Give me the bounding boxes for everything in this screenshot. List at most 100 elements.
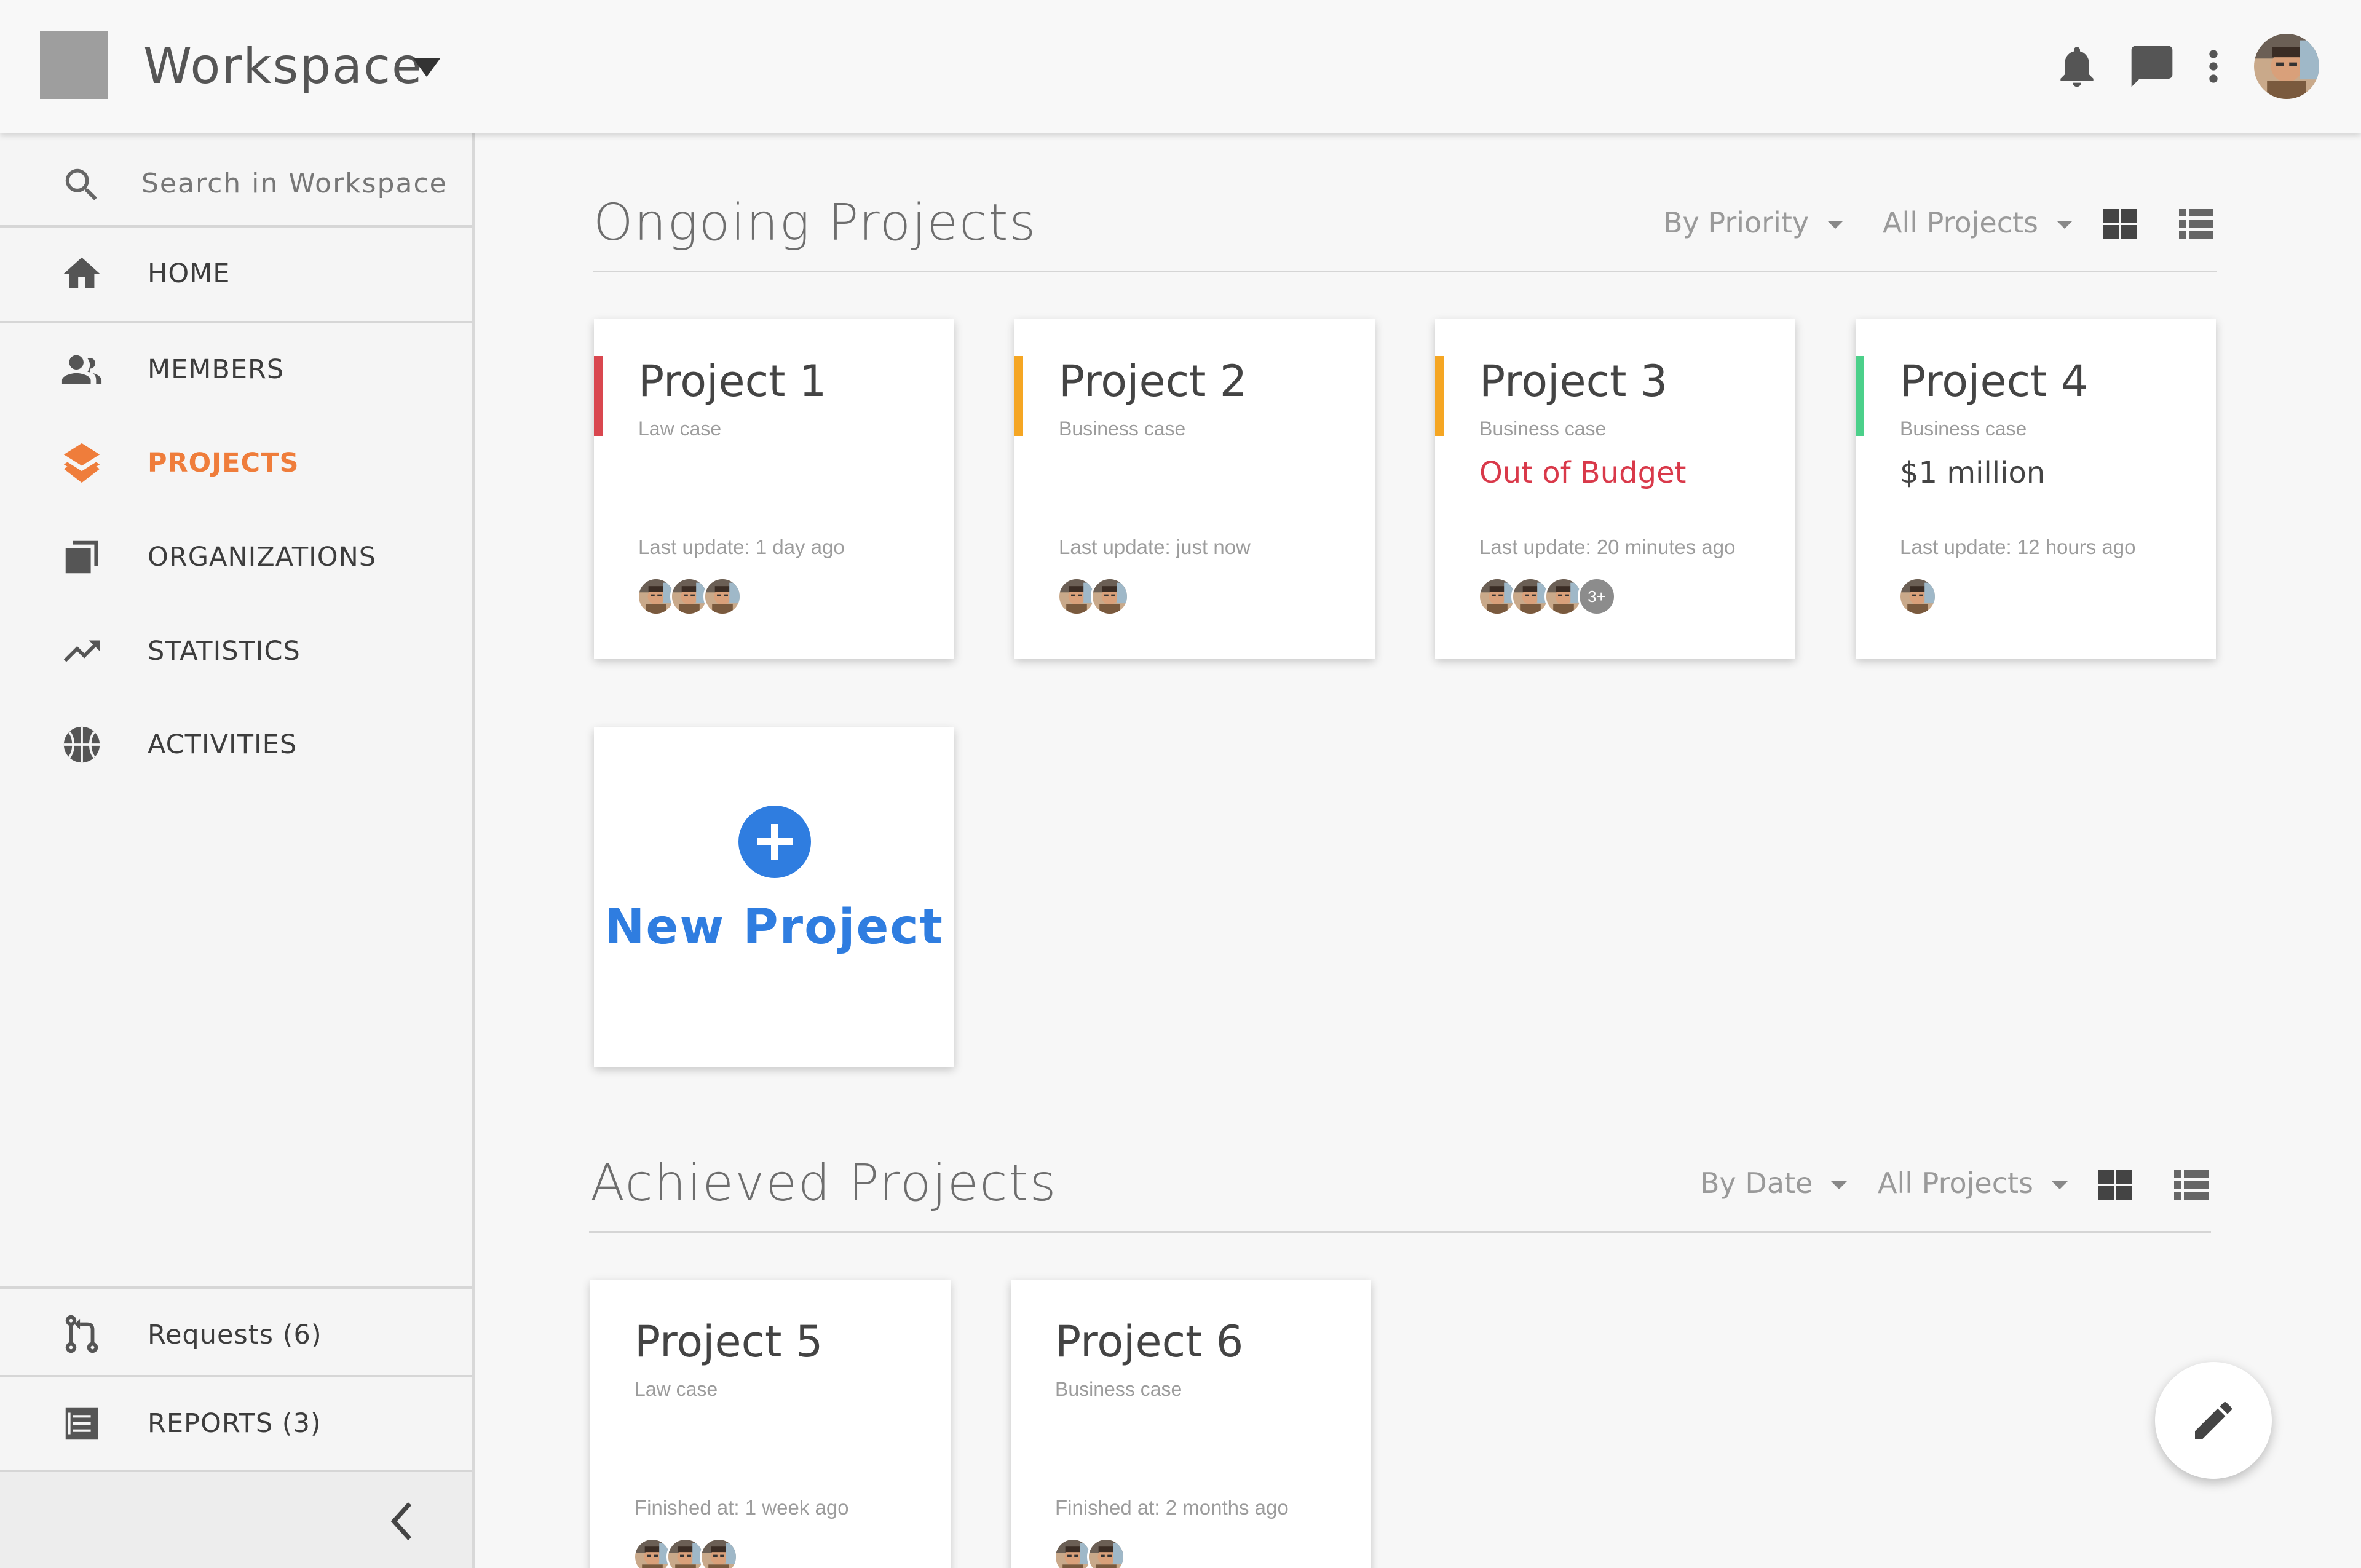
list-view-icon[interactable]	[2174, 1170, 2209, 1200]
project-title: Project 6	[1055, 1317, 1244, 1367]
avatar	[1058, 577, 1096, 616]
sort-dropdown[interactable]: By Date	[1700, 1166, 1848, 1200]
project-card[interactable]: Project 3 Business case Out of Budget La…	[1435, 319, 1795, 659]
workspace-logo[interactable]	[40, 31, 108, 99]
project-type: Business case	[1059, 418, 1186, 440]
filter-dropdown[interactable]: All Projects	[1883, 206, 2073, 239]
pencil-icon	[2195, 1401, 2232, 1439]
priority-stripe	[594, 356, 603, 436]
sidebar-item-activities[interactable]: ACTIVITIES	[0, 699, 472, 791]
sidebar-item-requests[interactable]: Requests (6)	[0, 1289, 472, 1381]
bell-icon[interactable]	[2052, 42, 2102, 91]
sidebar-item-members[interactable]: MEMBERS	[0, 323, 472, 416]
sidebar-item-home[interactable]: HOME	[0, 228, 472, 323]
project-card[interactable]: Project 4 Business case $1 million Last …	[1856, 319, 2216, 659]
project-title: Project 3	[1479, 356, 1668, 406]
organizations-icon	[60, 536, 103, 579]
sidebar-item-label: Requests (6)	[148, 1320, 322, 1350]
filter-dropdown-label: All Projects	[1883, 206, 2038, 239]
sidebar-item-statistics[interactable]: STATISTICS	[0, 605, 472, 697]
project-title: Project 1	[638, 356, 827, 406]
avatar	[637, 577, 675, 616]
filter-dropdown-label: All Projects	[1878, 1166, 2033, 1200]
avatar	[1087, 1538, 1125, 1568]
project-card[interactable]: Project 1 Law case Last update: 1 day ag…	[594, 319, 954, 659]
project-title: Project 4	[1900, 356, 2089, 406]
reports-icon	[60, 1402, 103, 1445]
sidebar-item-organizations[interactable]: ORGANIZATIONS	[0, 511, 472, 603]
project-card[interactable]: Project 5 Law case Finished at: 1 week a…	[590, 1280, 951, 1568]
project-update: Last update: just now	[1059, 536, 1251, 558]
sidebar-item-label: STATISTICS	[148, 636, 301, 667]
sidebar-item-projects[interactable]: PROJECTS	[0, 417, 472, 509]
priority-stripe	[1014, 356, 1023, 436]
project-type: Business case	[1055, 1378, 1182, 1400]
more-vert-icon[interactable]	[2189, 42, 2238, 91]
list-view-icon[interactable]	[2179, 209, 2213, 239]
chevron-down-icon	[1831, 1181, 1848, 1189]
basketball-icon	[60, 723, 103, 766]
project-title: Project 2	[1059, 356, 1248, 406]
project-title: Project 5	[635, 1317, 823, 1367]
new-project-card[interactable]: New Project	[594, 727, 954, 1067]
pull-request-icon	[60, 1313, 103, 1356]
grid-view-icon[interactable]	[2103, 209, 2137, 239]
project-update: Last update: 20 minutes ago	[1479, 536, 1736, 558]
top-bar: Workspace	[0, 0, 2361, 133]
sort-dropdown[interactable]: By Priority	[1663, 206, 1844, 239]
sort-dropdown-label: By Date	[1700, 1166, 1813, 1200]
section-divider	[589, 1231, 2211, 1233]
project-update: Last update: 1 day ago	[638, 536, 845, 558]
project-finished: Finished at: 2 months ago	[1055, 1496, 1289, 1519]
grid-view-icon[interactable]	[2098, 1170, 2132, 1200]
chevron-down-icon	[2052, 1181, 2068, 1189]
filter-dropdown[interactable]: All Projects	[1878, 1166, 2068, 1200]
sidebar-collapse-button[interactable]	[0, 1472, 472, 1568]
sidebar-item-label: REPORTS (3)	[148, 1408, 322, 1439]
avatar	[1511, 577, 1549, 616]
more-members-badge[interactable]: 3+	[1578, 577, 1616, 616]
sidebar-search	[0, 133, 472, 228]
sidebar-item-label: ACTIVITIES	[148, 729, 298, 760]
chevron-down-icon	[1827, 221, 1844, 229]
project-finished: Finished at: 1 week ago	[635, 1496, 849, 1519]
search-input[interactable]	[141, 159, 449, 208]
avatar	[633, 1538, 671, 1568]
project-type: Law case	[635, 1378, 718, 1400]
project-type: Business case	[1900, 418, 2027, 440]
priority-stripe	[1435, 356, 1444, 436]
chevron-left-icon	[381, 1497, 424, 1546]
avatar	[1091, 577, 1129, 616]
sidebar-item-label: HOME	[148, 258, 231, 289]
workspace-dropdown-icon[interactable]	[413, 58, 440, 77]
sidebar-item-reports[interactable]: REPORTS (3)	[0, 1377, 472, 1470]
members-icon	[60, 348, 103, 391]
project-update: Last update: 12 hours ago	[1900, 536, 2136, 558]
search-icon	[60, 164, 103, 207]
sidebar-item-label: ORGANIZATIONS	[148, 542, 377, 572]
sidebar-item-label: PROJECTS	[148, 448, 299, 478]
workspace-title[interactable]: Workspace	[143, 36, 423, 97]
sidebar-item-label: MEMBERS	[148, 354, 285, 385]
chat-icon[interactable]	[2127, 42, 2177, 91]
chevron-down-icon	[2057, 221, 2073, 229]
add-icon	[738, 806, 811, 878]
project-budget: $1 million	[1900, 456, 2046, 490]
project-card[interactable]: Project 6 Business case Finished at: 2 m…	[1011, 1280, 1371, 1568]
achieved-section-title: Achieved Projects	[590, 1154, 1058, 1213]
ongoing-section-title: Ongoing Projects	[593, 194, 1037, 252]
avatar	[1899, 577, 1937, 616]
trending-up-icon	[60, 630, 103, 673]
sidebar: HOME MEMBERS PROJECTS ORGANIZATIONS STAT…	[0, 133, 475, 1568]
edit-fab-button[interactable]	[2155, 1362, 2272, 1479]
section-divider	[593, 271, 2217, 272]
new-project-label: New Project	[604, 900, 944, 955]
user-avatar[interactable]	[2254, 34, 2319, 99]
avatar	[1544, 577, 1583, 616]
project-card[interactable]: Project 2 Business case Last update: jus…	[1014, 319, 1375, 659]
avatar	[703, 577, 742, 616]
layers-icon	[60, 441, 103, 485]
avatar	[666, 1538, 705, 1568]
home-icon	[60, 252, 103, 295]
avatar	[670, 577, 708, 616]
